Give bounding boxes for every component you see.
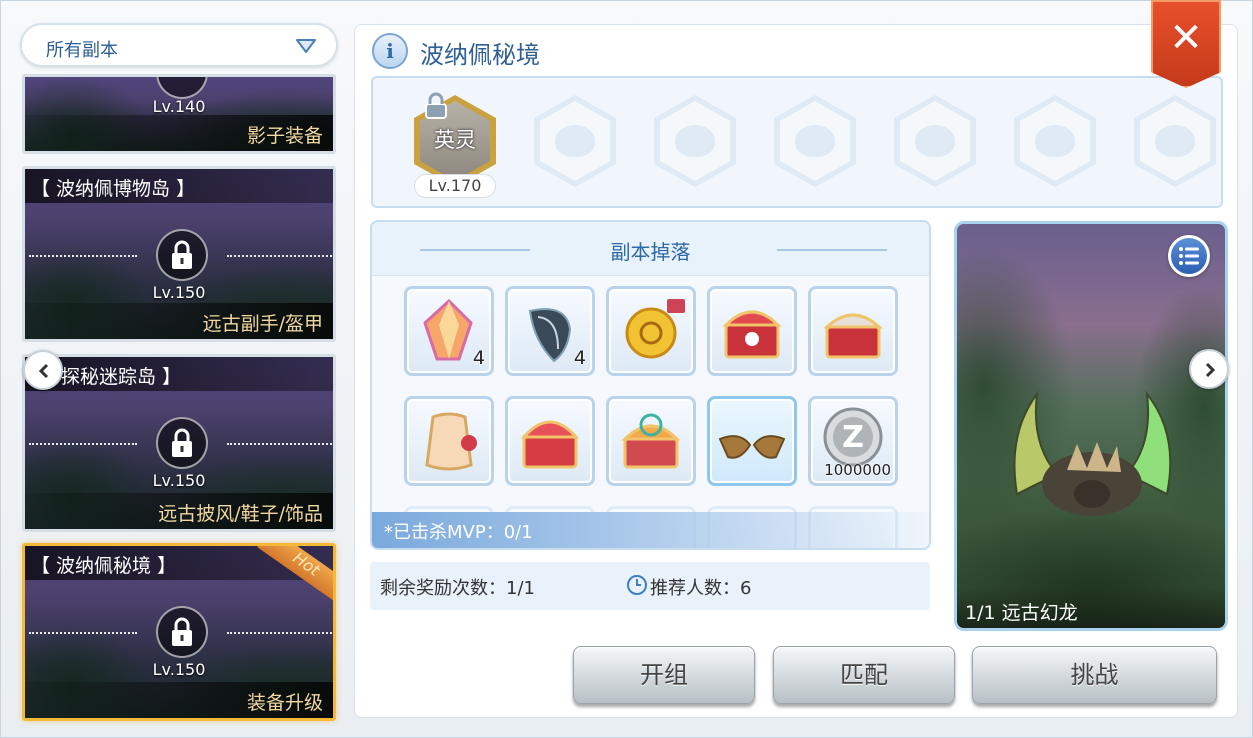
drop-item-crystal[interactable]: 4 bbox=[404, 286, 494, 376]
team-up-button[interactable]: 开组 bbox=[573, 646, 755, 704]
card-reward: 远古披风/鞋子/饰品 bbox=[25, 493, 333, 529]
clock-icon bbox=[627, 575, 647, 595]
item-quantity: 4 bbox=[573, 347, 586, 369]
poring-placeholder-icon bbox=[795, 125, 835, 157]
card-name: 探秘迷踪岛 】 bbox=[25, 357, 333, 391]
info-bar: 剩余奖励次数：1/1 推荐人数：6 bbox=[370, 562, 930, 610]
chevron-left-icon bbox=[38, 363, 49, 379]
boss-caption: 1/1 远古幻龙 bbox=[957, 588, 1225, 628]
card-name: 【 波纳佩博物岛 】 bbox=[25, 169, 333, 203]
poring-placeholder-icon bbox=[1035, 125, 1075, 157]
card-level: Lv.140 bbox=[152, 97, 206, 116]
dungeon-card-shadow[interactable]: Lv.140 影子装备 bbox=[22, 74, 336, 154]
item-quantity: 4 bbox=[472, 347, 485, 369]
drops-title: 副本掉落 bbox=[610, 240, 691, 264]
dungeon-filter-dropdown[interactable]: 所有副本 bbox=[20, 23, 338, 67]
item-quantity: 1000000 bbox=[824, 461, 891, 479]
drop-item-zeny[interactable]: Z 1000000 bbox=[808, 396, 898, 486]
card-level: Lv.150 bbox=[152, 471, 206, 490]
drops-header: 副本掉落 bbox=[372, 222, 929, 276]
drop-item-chest[interactable] bbox=[505, 396, 595, 486]
treasure-chest-icon bbox=[722, 310, 782, 359]
drop-item-chest[interactable] bbox=[606, 396, 696, 486]
drop-item-coin[interactable] bbox=[606, 286, 696, 376]
treasure-chest-icon bbox=[621, 413, 681, 469]
svg-text:Z: Z bbox=[842, 420, 864, 455]
dragon-boss-image bbox=[1013, 390, 1172, 516]
drops-panel: 副本掉落 4 4 Z 1000000 *已击杀MVP：0/1 bbox=[370, 220, 931, 550]
poring-placeholder-icon bbox=[915, 125, 955, 157]
recommended-players: 推荐人数：6 bbox=[650, 578, 752, 599]
list-icon bbox=[1179, 247, 1199, 265]
poring-placeholder-icon bbox=[555, 125, 595, 157]
mode-slot-label: 英灵 bbox=[434, 128, 476, 152]
drop-item-chest[interactable] bbox=[808, 286, 898, 376]
next-arrow-button[interactable] bbox=[1189, 349, 1229, 389]
lock-icon bbox=[156, 229, 208, 281]
cape-icon bbox=[425, 412, 477, 471]
chevron-down-icon bbox=[296, 39, 316, 53]
drop-item-chest[interactable] bbox=[707, 286, 797, 376]
remaining-rewards: 剩余奖励次数：1/1 bbox=[380, 578, 535, 599]
lock-icon bbox=[425, 92, 447, 119]
dotted-line bbox=[227, 632, 333, 634]
dotted-line bbox=[29, 632, 137, 634]
dungeon-card-mystery-island[interactable]: 探秘迷踪岛 】 Lv.150 远古披风/鞋子/饰品 bbox=[22, 354, 336, 532]
treasure-chest-icon bbox=[823, 313, 883, 359]
close-button[interactable]: ✕ bbox=[1151, 0, 1221, 88]
drop-item-cape[interactable] bbox=[404, 396, 494, 486]
card-reward: 远古副手/盔甲 bbox=[25, 303, 333, 339]
dotted-line bbox=[227, 443, 333, 445]
dotted-line bbox=[227, 255, 333, 257]
mode-level: Lv.170 bbox=[414, 174, 496, 198]
close-icon: ✕ bbox=[1169, 15, 1203, 61]
dungeon-card-museum-island[interactable]: 【 波纳佩博物岛 】 Lv.150 远古副手/盔甲 bbox=[22, 166, 336, 342]
lock-icon bbox=[156, 606, 208, 658]
dotted-line bbox=[29, 443, 137, 445]
card-reward: 影子装备 bbox=[25, 115, 333, 151]
lock-icon bbox=[156, 417, 208, 469]
info-icon[interactable]: i bbox=[372, 33, 408, 69]
dropdown-label: 所有副本 bbox=[46, 40, 118, 61]
treasure-chest-icon bbox=[520, 420, 580, 469]
mvp-kill-status: *已击杀MVP：0/1 bbox=[372, 512, 929, 548]
match-button[interactable]: 匹配 bbox=[773, 646, 955, 704]
card-level: Lv.150 bbox=[152, 283, 206, 302]
boss-list-button[interactable] bbox=[1168, 235, 1210, 277]
horns-icon bbox=[718, 435, 786, 459]
poring-placeholder-icon bbox=[1155, 125, 1195, 157]
poring-placeholder-icon bbox=[675, 125, 715, 157]
page-title: 波纳佩秘境 bbox=[420, 41, 540, 69]
boss-preview: 1/1 远古幻龙 bbox=[954, 221, 1228, 631]
chevron-right-icon bbox=[1205, 362, 1216, 378]
drop-item-shell[interactable]: 4 bbox=[505, 286, 595, 376]
card-reward: 装备升级 bbox=[25, 682, 333, 718]
dungeon-card-secret-realm[interactable]: 【 波纳佩秘境 】 Hot Lv.150 装备升级 bbox=[22, 543, 336, 721]
card-level: Lv.150 bbox=[152, 660, 206, 679]
coin-icon bbox=[625, 299, 685, 359]
drop-item-horns[interactable] bbox=[707, 396, 797, 486]
challenge-button[interactable]: 挑战 bbox=[972, 646, 1217, 704]
dotted-line bbox=[29, 255, 137, 257]
prev-arrow-button[interactable] bbox=[23, 350, 63, 390]
